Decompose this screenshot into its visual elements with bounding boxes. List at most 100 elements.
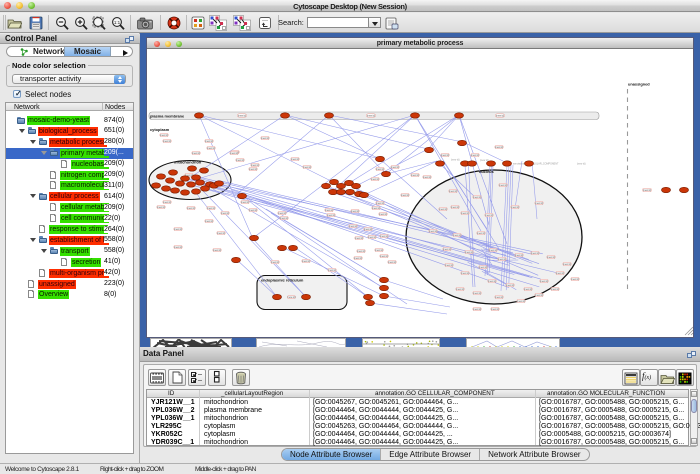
svg-text:(new id): (new id)	[163, 141, 171, 143]
svg-text:cytoplasm: cytoplasm	[150, 127, 170, 132]
svg-text:(new id): (new id)	[349, 226, 357, 228]
svg-text:(new id): (new id)	[489, 250, 497, 252]
svg-text:(new id): (new id)	[571, 279, 579, 281]
svg-text:(new id): (new id)	[368, 237, 376, 239]
svg-text:(new id): (new id)	[376, 203, 384, 205]
svg-text:(new id): (new id)	[249, 210, 257, 212]
svg-text:(new id): (new id)	[249, 169, 257, 171]
svg-text:(new id): (new id)	[461, 273, 469, 275]
svg-text:(new id): (new id)	[517, 301, 525, 303]
svg-text:(new id): (new id)	[473, 309, 481, 311]
svg-text:(new id): (new id)	[498, 259, 506, 261]
svg-text:(new id): (new id)	[213, 250, 221, 252]
svg-text:(new id): (new id)	[551, 289, 559, 291]
svg-text:(new id): (new id)	[479, 267, 487, 269]
svg-text:(new id): (new id)	[471, 155, 479, 157]
svg-text:(new id): (new id)	[351, 211, 359, 213]
svg-text:(new id): (new id)	[429, 231, 437, 233]
svg-text:nucleus: nucleus	[479, 169, 494, 174]
svg-text:(new id): (new id)	[439, 209, 447, 211]
svg-text:(new id): (new id)	[327, 215, 335, 217]
svg-text:(new id): (new id)	[506, 285, 514, 287]
svg-text:(new id): (new id)	[401, 195, 409, 197]
svg-text:(new id): (new id)	[451, 207, 459, 209]
svg-text:(new id): (new id)	[261, 138, 269, 140]
svg-text:(new id): (new id)	[174, 229, 182, 231]
svg-text:(new id): (new id)	[443, 249, 451, 251]
svg-text:plasma membrane: plasma membrane	[150, 114, 185, 119]
svg-text:(new id): (new id)	[157, 207, 165, 209]
svg-text:(new id): (new id)	[207, 208, 215, 210]
svg-text:unassigned: unassigned	[628, 82, 650, 87]
svg-text:(new id): (new id)	[411, 175, 419, 177]
svg-text:(new id): (new id)	[207, 148, 215, 150]
svg-text:(new id): (new id)	[540, 281, 548, 283]
svg-text:(new id): (new id)	[445, 265, 453, 267]
svg-text:(new id): (new id)	[473, 293, 481, 295]
svg-text:(new id): (new id)	[488, 281, 496, 283]
svg-text:(new id): (new id)	[423, 177, 431, 179]
svg-text:1:1: 1:1	[114, 20, 121, 25]
svg-text:(new id): (new id)	[355, 238, 363, 240]
svg-text:(new id): (new id)	[495, 297, 503, 299]
svg-text:(new id): (new id)	[238, 116, 246, 118]
svg-text:(new id): (new id)	[160, 135, 168, 137]
svg-text:(new id): (new id)	[380, 256, 388, 258]
svg-text:(new id): (new id)	[556, 273, 564, 275]
svg-text:(new id): (new id)	[515, 255, 523, 257]
svg-text:(new id): (new id)	[271, 262, 279, 264]
svg-text:(new id): (new id)	[221, 213, 229, 215]
svg-text:(new id): (new id)	[577, 163, 586, 166]
svg-text:(new id): (new id)	[230, 153, 238, 155]
svg-text:(new id): (new id)	[354, 258, 362, 260]
svg-text:(new id): (new id)	[325, 210, 333, 212]
svg-text:(new id): (new id)	[357, 251, 365, 253]
svg-text:(new id): (new id)	[367, 116, 375, 118]
svg-text:(new id): (new id)	[217, 233, 225, 235]
svg-text:(new id): (new id)	[174, 247, 182, 249]
svg-text:(new id): (new id)	[496, 116, 504, 118]
svg-text:(new id): (new id)	[511, 207, 519, 209]
svg-text:(new id): (new id)	[388, 262, 396, 264]
svg-text:(new id): (new id)	[531, 253, 539, 255]
svg-text:(new id): (new id)	[461, 213, 469, 215]
svg-text:(new id): (new id)	[163, 202, 171, 204]
svg-text:(new id): (new id)	[236, 160, 244, 162]
svg-text:(new id): (new id)	[302, 261, 310, 263]
svg-text:(new id): (new id)	[291, 159, 299, 161]
svg-text:(new id): (new id)	[241, 202, 249, 204]
svg-text:(new id): (new id)	[205, 221, 213, 223]
svg-text:(new id): (new id)	[371, 179, 379, 181]
svg-text:(new id): (new id)	[441, 155, 449, 157]
svg-text:(new id): (new id)	[278, 213, 286, 215]
svg-text:(new id): (new id)	[391, 167, 399, 169]
svg-text:(new id): (new id)	[535, 295, 543, 297]
svg-text:(new id): (new id)	[187, 208, 195, 210]
svg-text:(new id): (new id)	[495, 147, 503, 149]
svg-text:(new id): (new id)	[280, 218, 288, 220]
svg-text:(new id): (new id)	[473, 197, 481, 199]
svg-text:(new id): (new id)	[376, 169, 384, 171]
svg-text:(new id): (new id)	[328, 270, 336, 272]
svg-text:(new id): (new id)	[563, 264, 571, 266]
svg-text:(new id): (new id)	[451, 159, 460, 162]
svg-text:(new id): (new id)	[453, 235, 461, 237]
svg-text:(new id): (new id)	[287, 297, 295, 299]
svg-text:(new id): (new id)	[449, 191, 457, 193]
svg-text:(new id): (new id)	[524, 289, 532, 291]
svg-text:(new id): (new id)	[303, 167, 311, 169]
svg-text:(new id): (new id)	[456, 289, 464, 291]
svg-text:mitochondrion: mitochondrion	[174, 160, 202, 165]
svg-text:(new id): (new id)	[379, 214, 387, 216]
svg-text:(new id): (new id)	[251, 165, 259, 167]
svg-text:(new id): (new id)	[375, 250, 383, 252]
svg-text:(new id): (new id)	[477, 233, 485, 235]
svg-text:(new id): (new id)	[372, 208, 380, 210]
svg-text:endoplasmic reticulum: endoplasmic reticulum	[261, 278, 304, 283]
svg-text:(new id): (new id)	[205, 141, 213, 143]
svg-text:(new id): (new id)	[364, 229, 372, 231]
svg-text:(new id): (new id)	[465, 252, 473, 254]
svg-text:(new id): (new id)	[547, 257, 555, 259]
svg-text:(new id): (new id)	[491, 309, 499, 311]
svg-text:(new id): (new id)	[380, 236, 388, 238]
